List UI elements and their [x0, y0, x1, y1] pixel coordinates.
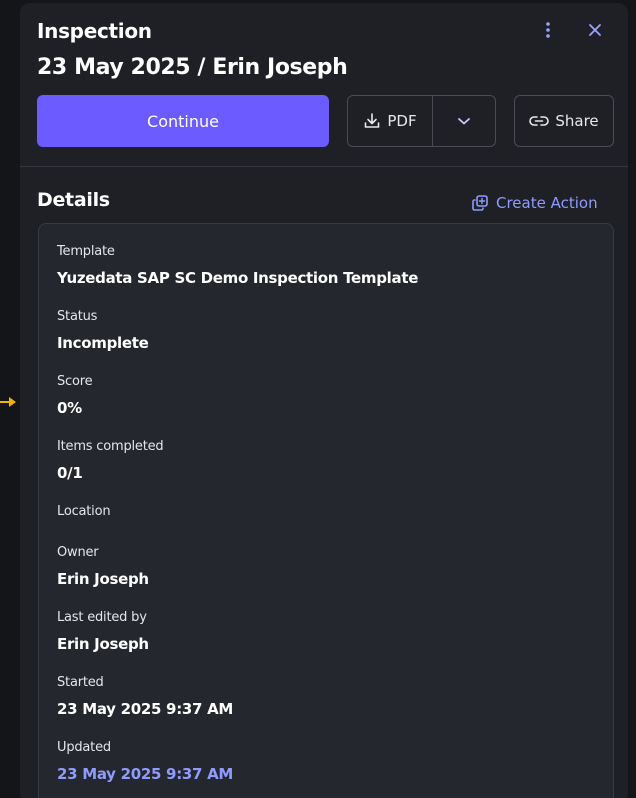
field-value: Yuzedata SAP SC Demo Inspection Template [57, 269, 419, 287]
field-started: Started 23 May 2025 9:37 AM [57, 675, 233, 718]
panel-label: Inspection [37, 19, 152, 43]
link-icon [529, 116, 550, 126]
field-label: Updated [57, 740, 111, 755]
field-label: Items completed [57, 439, 164, 454]
share-button[interactable]: Share [514, 95, 614, 147]
field-status: Status Incomplete [57, 309, 149, 352]
share-label: Share [555, 112, 599, 130]
create-action-label: Create Action [496, 194, 598, 212]
field-label: Template [57, 244, 115, 259]
create-action-link[interactable]: Create Action [471, 194, 598, 212]
download-icon [365, 113, 380, 128]
field-last-edited-by: Last edited by Erin Joseph [57, 610, 149, 653]
arrow-right-icon [0, 397, 16, 407]
field-value: Incomplete [57, 334, 149, 352]
close-icon[interactable] [584, 19, 606, 41]
screen: Inspection 23 May 2025 / Erin Joseph Con… [0, 0, 636, 798]
field-label: Last edited by [57, 610, 147, 625]
panel-header: Inspection 23 May 2025 / Erin Joseph Con… [20, 3, 628, 167]
vertical-dots-icon[interactable] [537, 19, 559, 41]
field-value: 0% [57, 399, 82, 417]
field-template: Template Yuzedata SAP SC Demo Inspection… [57, 244, 418, 287]
details-heading: Details [37, 189, 110, 211]
field-owner: Owner Erin Joseph [57, 545, 149, 588]
copy-add-icon [472, 195, 488, 211]
field-value: 0/1 [57, 464, 83, 482]
field-items-completed: Items completed 0/1 [57, 439, 164, 482]
inspection-title: 23 May 2025 / Erin Joseph [37, 55, 348, 80]
pdf-button[interactable]: PDF [348, 96, 433, 146]
field-score: Score 0% [57, 374, 93, 417]
field-value: 23 May 2025 9:37 AM [57, 700, 234, 718]
field-value: Erin Joseph [57, 635, 149, 653]
field-label: Owner [57, 545, 99, 560]
pdf-label: PDF [387, 112, 417, 130]
field-label: Score [57, 374, 93, 389]
field-label: Started [57, 675, 104, 690]
details-card: Template Yuzedata SAP SC Demo Inspection… [38, 223, 614, 798]
continue-button[interactable]: Continue [37, 95, 329, 147]
field-label: Status [57, 309, 98, 324]
pdf-split-button: PDF [347, 95, 496, 147]
inspection-panel: Inspection 23 May 2025 / Erin Joseph Con… [20, 3, 628, 798]
field-updated: Updated 23 May 2025 9:37 AM [57, 740, 233, 783]
pdf-options-dropdown[interactable] [433, 96, 495, 146]
updated-timestamp-link[interactable]: 23 May 2025 9:37 AM [57, 765, 233, 783]
chevron-down-icon [458, 118, 470, 125]
field-location: Location [57, 504, 111, 520]
field-value: Erin Joseph [57, 570, 149, 588]
field-label: Location [57, 504, 111, 519]
